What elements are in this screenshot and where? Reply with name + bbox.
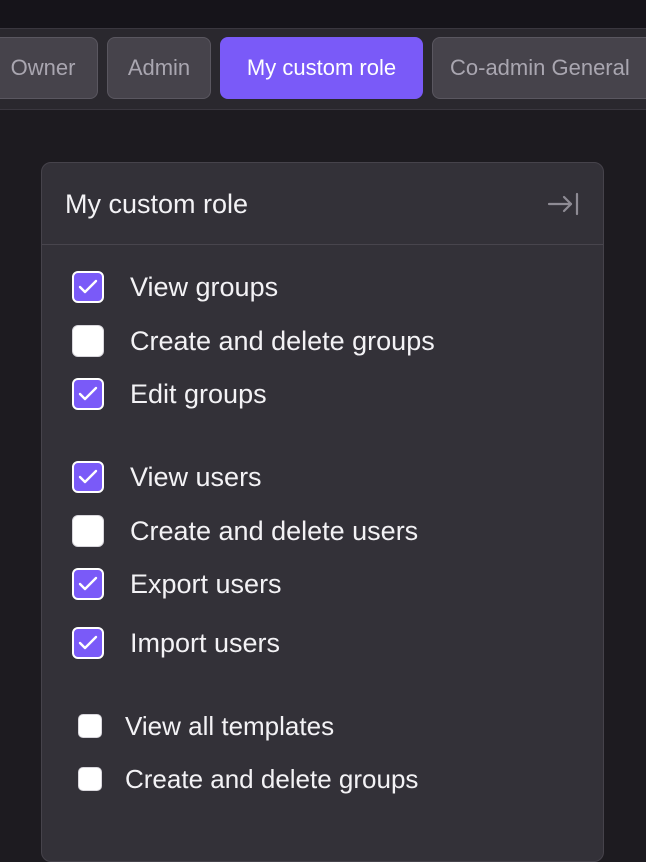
tab-admin[interactable]: Admin	[107, 37, 211, 99]
check-icon	[78, 469, 98, 484]
check-icon	[78, 386, 98, 401]
permission-label: Edit groups	[130, 379, 267, 409]
check-icon	[78, 635, 98, 650]
permission-label: View all templates	[125, 711, 335, 741]
permission-label: Import users	[130, 628, 281, 658]
role-tab-bar: Owner Admin My custom role Co-admin Gene…	[0, 28, 646, 110]
checkbox-unchecked[interactable]	[78, 714, 102, 738]
collapse-right-icon[interactable]	[546, 191, 580, 217]
permission-label: View groups	[130, 272, 279, 302]
check-icon	[78, 576, 98, 591]
checkbox-unchecked[interactable]	[72, 515, 104, 547]
panel-title: My custom role	[65, 189, 249, 219]
tab-owner[interactable]: Owner	[0, 37, 98, 99]
permission-label: Export users	[130, 569, 282, 599]
checkbox-unchecked[interactable]	[72, 325, 104, 357]
tab-my-custom-role[interactable]: My custom role	[220, 37, 423, 99]
check-icon	[78, 279, 98, 294]
permission-label: Create and delete groups	[125, 764, 419, 794]
permission-label: Create and delete users	[130, 516, 419, 546]
checkbox-unchecked[interactable]	[78, 767, 102, 791]
checkbox-checked[interactable]	[72, 568, 104, 600]
checkbox-checked[interactable]	[72, 271, 104, 303]
window-top-strip	[0, 0, 646, 28]
checkbox-checked[interactable]	[72, 378, 104, 410]
checkbox-checked[interactable]	[72, 461, 104, 493]
checkbox-checked[interactable]	[72, 627, 104, 659]
permission-label: View users	[130, 462, 262, 492]
tab-co-admin-general[interactable]: Co-admin General	[432, 37, 646, 99]
role-permissions-panel: My custom role View groups Create and de…	[41, 162, 604, 862]
permission-label: Create and delete groups	[130, 326, 435, 356]
panel-header: My custom role	[42, 163, 603, 245]
